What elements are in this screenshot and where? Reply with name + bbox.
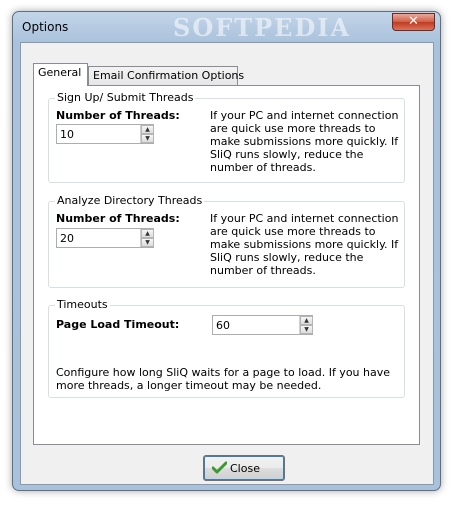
signup-spin-up-icon[interactable]: ▲ [141,125,154,134]
analyze-group-title: Analyze Directory Threads [55,194,205,207]
analyze-threads-label: Number of Threads: [56,212,180,225]
analyze-spin-up-icon[interactable]: ▲ [141,229,154,238]
analyze-threads-spinner[interactable]: 20 ▲ ▼ [56,228,154,248]
options-window: Options SOFTPEDIA ✕ General Email Confir… [12,11,441,491]
signup-spinner-buttons: ▲ ▼ [140,125,154,143]
tab-general-label: General [38,66,82,79]
signup-spin-down-icon[interactable]: ▼ [141,134,154,143]
analyze-spin-down-icon[interactable]: ▼ [141,238,154,247]
general-tab-panel: Sign Up/ Submit Threads Number of Thread… [33,85,420,445]
signup-threads-value: 10 [60,128,74,141]
window-title: Options [22,20,69,34]
timeouts-group-title: Timeouts [55,298,110,311]
timeout-spin-down-icon[interactable]: ▼ [300,325,313,334]
timeout-spin-up-icon[interactable]: ▲ [300,316,313,325]
analyze-spinner-buttons: ▲ ▼ [140,229,154,247]
timeouts-description: Configure how long SliQ waits for a page… [56,366,391,392]
page-load-timeout-label: Page Load Timeout: [56,318,180,331]
dialog-client-area: General Email Confirmation Options Sign … [20,42,434,485]
window-close-button[interactable]: ✕ [392,13,435,31]
timeout-spinner-buttons: ▲ ▼ [299,316,313,334]
title-bar[interactable]: Options SOFTPEDIA ✕ [13,12,440,42]
analyze-threads-group: Analyze Directory Threads Number of Thre… [48,194,405,288]
page-load-timeout-value: 60 [216,319,230,332]
signup-threads-label: Number of Threads: [56,109,180,122]
checkmark-icon [212,461,227,474]
timeouts-group: Timeouts Page Load Timeout: 60 ▲ ▼ Confi… [48,298,405,398]
analyze-description: If your PC and internet connection are q… [210,212,399,277]
tab-general[interactable]: General [33,63,88,86]
tab-email-confirmation-options[interactable]: Email Confirmation Options [88,66,244,86]
signup-description: If your PC and internet connection are q… [210,109,399,174]
signup-group-title: Sign Up/ Submit Threads [55,91,196,104]
softpedia-watermark: SOFTPEDIA [173,13,352,42]
tab-email-label: Email Confirmation Options [93,69,245,82]
signup-threads-spinner[interactable]: 10 ▲ ▼ [56,124,154,144]
analyze-threads-value: 20 [60,232,74,245]
signup-threads-group: Sign Up/ Submit Threads Number of Thread… [48,91,405,183]
close-button[interactable]: Close [203,455,285,481]
page-load-timeout-spinner[interactable]: 60 ▲ ▼ [212,315,313,335]
close-button-label: Close [230,462,260,475]
